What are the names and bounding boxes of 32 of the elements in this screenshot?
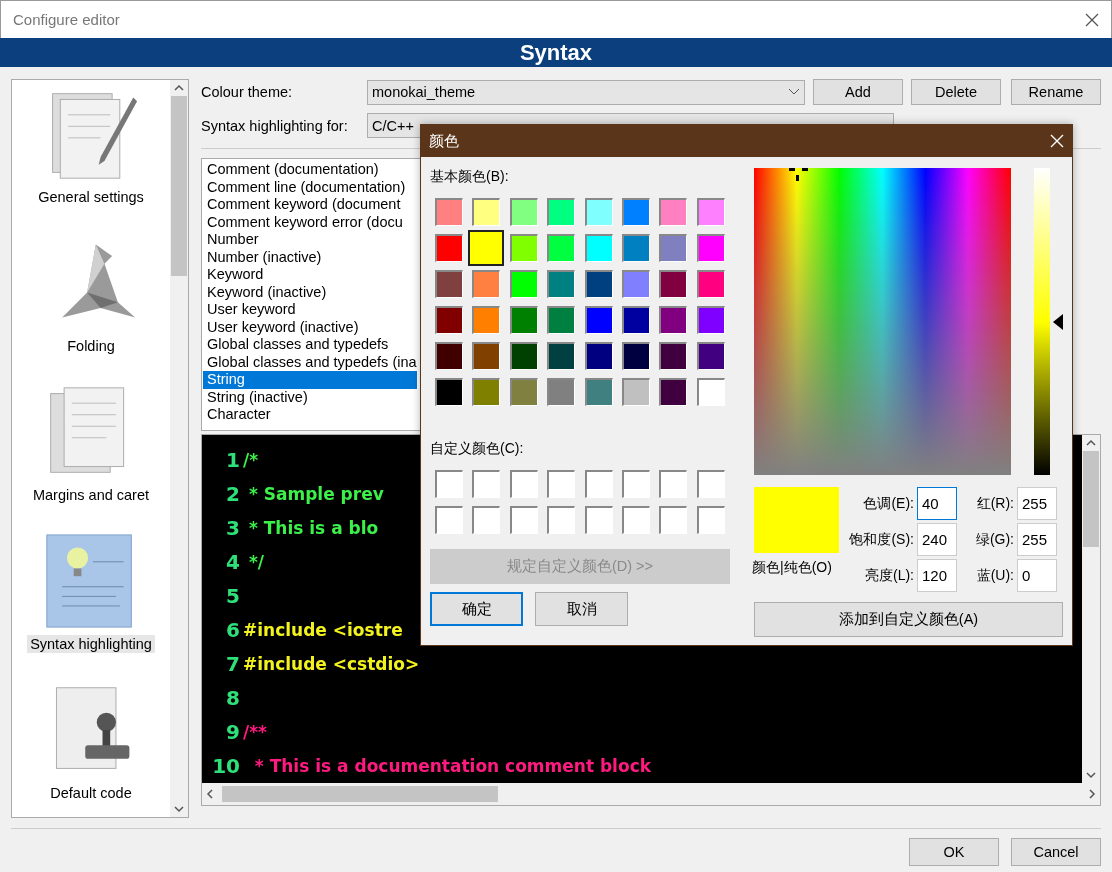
field-label: 红(R): — [975, 494, 1015, 513]
field-label: Syntax highlighting for: — [201, 117, 349, 134]
code-line: #include <iostre — [243, 618, 403, 642]
code-line: */ — [247, 550, 265, 574]
line-number: 2 — [225, 480, 241, 508]
line-number: 6 — [225, 616, 241, 644]
line-number: 7 — [225, 650, 241, 678]
dialog-title: 颜色 — [429, 131, 459, 151]
line-number: 8 — [225, 684, 241, 712]
field-label: 色调(E): — [862, 494, 915, 513]
code-line: * Sample prev — [247, 482, 384, 506]
field-label: 蓝(U): — [975, 566, 1015, 585]
line-number: 3 — [225, 514, 241, 542]
line-number: 9 — [225, 718, 241, 746]
field-label: Colour theme: — [201, 84, 294, 101]
line-number: 4 — [225, 548, 241, 576]
code-line: #include <cstdio> — [243, 652, 420, 676]
field-label: 饱和度(S): — [848, 530, 915, 549]
preview-label: 颜色|纯色(O) — [752, 559, 833, 577]
line-number: 5 — [225, 582, 241, 610]
field-label: 亮度(L): — [864, 566, 915, 585]
section-label: 基本颜色(B): — [430, 168, 510, 186]
code-line: /* — [243, 448, 259, 472]
section-label: 自定义颜色(C): — [430, 440, 525, 458]
page-header: Syntax — [0, 38, 1112, 67]
field-label: 绿(G): — [974, 530, 1015, 549]
code-line: * This is a blo — [247, 516, 379, 540]
code-line: /** — [243, 720, 267, 744]
code-line: * This is a documentation comment block — [253, 754, 651, 778]
line-number: 10 — [211, 752, 241, 780]
window-title: Configure editor — [13, 11, 120, 28]
line-number: 1 — [225, 446, 241, 474]
